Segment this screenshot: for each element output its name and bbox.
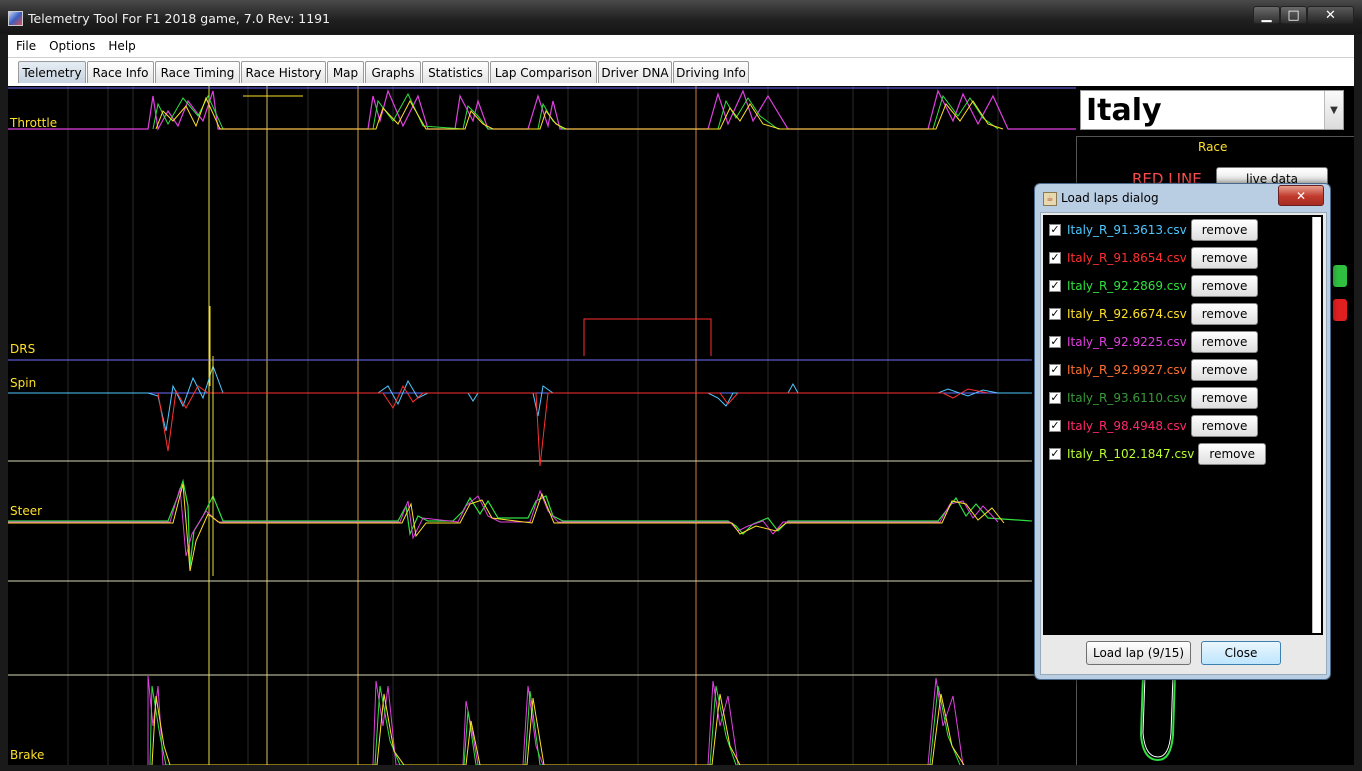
- track-select-value: Italy: [1086, 93, 1162, 128]
- lap-checkbox[interactable]: ✓: [1049, 364, 1061, 376]
- track-select[interactable]: Italy ▼: [1080, 90, 1344, 130]
- lap-checkbox[interactable]: ✓: [1049, 308, 1061, 320]
- track-map: [1139, 675, 1176, 762]
- lap-filename: Italy_R_91.8654.csv: [1067, 251, 1187, 265]
- dialog-body: ✓ Italy_R_91.3613.csv remove ✓ Italy_R_9…: [1040, 212, 1327, 675]
- minimize-button[interactable]: ▁: [1253, 6, 1280, 24]
- menu-help[interactable]: Help: [100, 35, 140, 53]
- brake-label: Brake: [10, 748, 45, 762]
- menu-options[interactable]: Options: [41, 35, 100, 53]
- close-button[interactable]: Close: [1201, 641, 1281, 665]
- list-item: ✓ Italy_R_93.6110.csv remove: [1049, 387, 1259, 409]
- list-item: ✓ Italy_R_92.9927.csv remove: [1049, 359, 1259, 381]
- close-window-button[interactable]: ✕: [1307, 6, 1354, 24]
- java-icon: ☕: [1043, 192, 1057, 206]
- lap-checkbox[interactable]: ✓: [1049, 280, 1061, 292]
- remove-button[interactable]: remove: [1190, 275, 1259, 297]
- remove-button[interactable]: remove: [1190, 247, 1259, 269]
- tab-driving-info[interactable]: Driving Info: [673, 61, 749, 83]
- throttle-label: Throttle: [10, 116, 58, 130]
- tab-statistics[interactable]: Statistics: [422, 61, 489, 83]
- lap-filename: Italy_R_91.3613.csv: [1067, 223, 1187, 237]
- tab-graphs[interactable]: Graphs: [365, 61, 421, 83]
- red-indicator: [1333, 299, 1347, 321]
- maximize-button[interactable]: □: [1280, 6, 1307, 24]
- tab-lap-comparison[interactable]: Lap Comparison: [490, 61, 597, 83]
- list-item: ✓ Italy_R_91.8654.csv remove: [1049, 247, 1259, 269]
- list-item: ✓ Italy_R_102.1847.csv remove: [1049, 443, 1266, 465]
- tab-telemetry[interactable]: Telemetry: [18, 61, 86, 83]
- remove-button[interactable]: remove: [1190, 359, 1259, 381]
- title-bar[interactable]: Telemetry Tool For F1 2018 game, 7.0 Rev…: [0, 0, 1362, 34]
- window-title: Telemetry Tool For F1 2018 game, 7.0 Rev…: [28, 11, 331, 26]
- list-item: ✓ Italy_R_92.6674.csv remove: [1049, 303, 1259, 325]
- telemetry-graph[interactable]: [8, 86, 1076, 765]
- lap-checkbox[interactable]: ✓: [1049, 252, 1061, 264]
- steer-label: Steer: [10, 504, 43, 518]
- chevron-down-icon[interactable]: ▼: [1324, 91, 1343, 129]
- tab-race-info[interactable]: Race Info: [87, 61, 154, 83]
- tab-race-history[interactable]: Race History: [241, 61, 326, 83]
- green-indicator: [1333, 265, 1347, 287]
- list-item: ✓ Italy_R_91.3613.csv remove: [1049, 219, 1259, 241]
- list-item: ✓ Italy_R_92.2869.csv remove: [1049, 275, 1259, 297]
- lap-filename: Italy_R_98.4948.csv: [1067, 419, 1187, 433]
- spin-label: Spin: [10, 376, 37, 390]
- tab-map[interactable]: Map: [327, 61, 364, 83]
- remove-button[interactable]: remove: [1190, 303, 1259, 325]
- tab-driver-dna[interactable]: Driver DNA: [598, 61, 672, 83]
- remove-button[interactable]: remove: [1190, 415, 1259, 437]
- lap-filename: Italy_R_93.6110.csv: [1067, 391, 1187, 405]
- load-lap-button[interactable]: Load lap (9/15): [1086, 641, 1191, 665]
- lap-checkbox[interactable]: ✓: [1049, 224, 1061, 236]
- remove-button[interactable]: remove: [1190, 387, 1259, 409]
- tab-race-timing[interactable]: Race Timing: [155, 61, 240, 83]
- lap-checkbox[interactable]: ✓: [1049, 420, 1061, 432]
- lap-filename: Italy_R_92.6674.csv: [1067, 307, 1187, 321]
- menu-file[interactable]: File: [8, 35, 41, 53]
- dialog-title: Load laps dialog: [1061, 191, 1159, 205]
- remove-button[interactable]: remove: [1190, 331, 1259, 353]
- lap-filename: Italy_R_92.2869.csv: [1067, 279, 1187, 293]
- lap-filename: Italy_R_92.9927.csv: [1067, 363, 1187, 377]
- lap-checkbox[interactable]: ✓: [1049, 336, 1061, 348]
- dialog-close-icon[interactable]: ✕: [1278, 185, 1324, 206]
- session-label: Race: [1198, 140, 1228, 154]
- menu-bar: File Options Help: [8, 35, 1354, 58]
- load-laps-dialog: ☕ Load laps dialog ✕ ✓ Italy_R_91.3613.c…: [1034, 183, 1331, 680]
- lap-filename: Italy_R_92.9225.csv: [1067, 335, 1187, 349]
- lap-checkbox[interactable]: ✓: [1049, 392, 1061, 404]
- drs-label: DRS: [10, 342, 36, 356]
- tab-bar: Telemetry Race Info Race Timing Race His…: [8, 58, 1354, 86]
- list-scrollbar[interactable]: [1312, 217, 1321, 633]
- list-item: ✓ Italy_R_98.4948.csv remove: [1049, 415, 1259, 437]
- app-icon: [8, 11, 23, 26]
- remove-button[interactable]: remove: [1190, 219, 1259, 241]
- laps-list: ✓ Italy_R_91.3613.csv remove ✓ Italy_R_9…: [1043, 215, 1323, 635]
- remove-button[interactable]: remove: [1198, 443, 1266, 465]
- lap-filename: Italy_R_102.1847.csv: [1067, 447, 1195, 461]
- list-item: ✓ Italy_R_92.9225.csv remove: [1049, 331, 1259, 353]
- lap-checkbox[interactable]: ✓: [1049, 448, 1061, 460]
